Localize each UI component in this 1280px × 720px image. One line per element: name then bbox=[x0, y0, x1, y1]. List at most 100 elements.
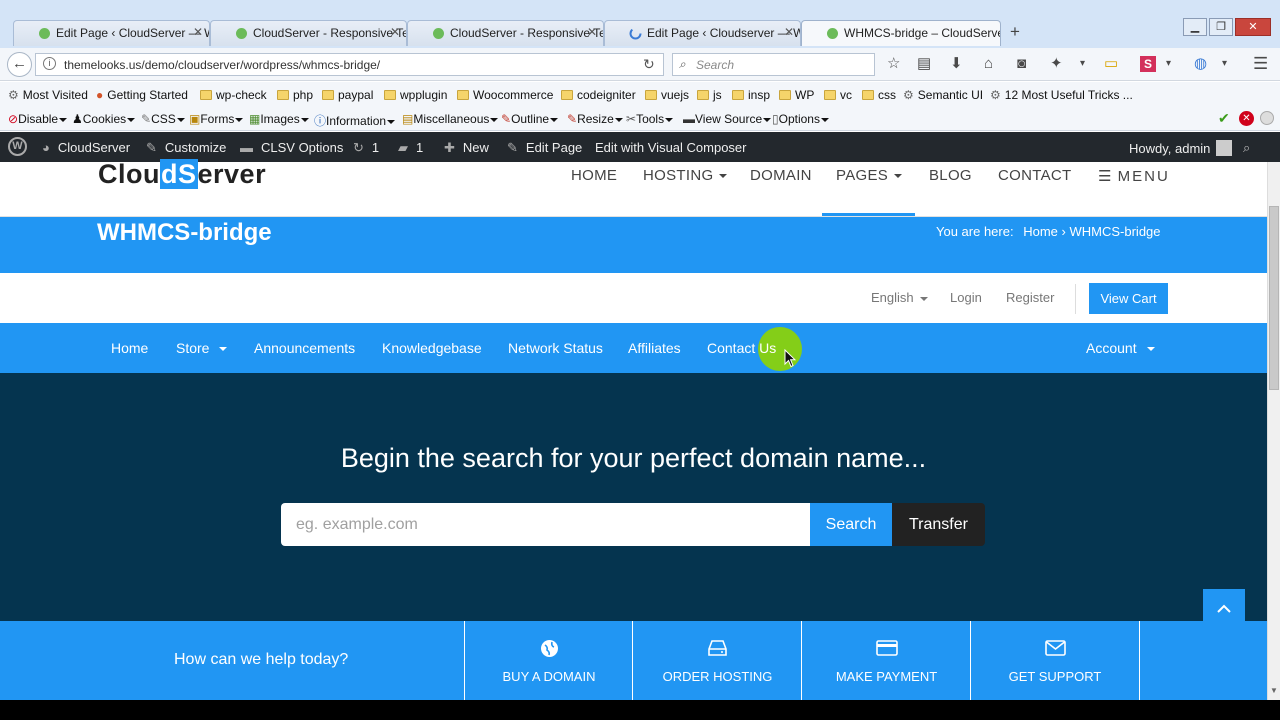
whmcs-nav-knowledgebase[interactable]: Knowledgebase bbox=[382, 340, 482, 356]
devtool-disable[interactable]: ⊘Disable bbox=[8, 112, 68, 126]
nav-hosting[interactable]: HOSTING bbox=[643, 167, 728, 184]
address-bar[interactable]: i themelooks.us/demo/cloudserver/wordpre… bbox=[35, 53, 664, 76]
bookmark-folder[interactable]: WP bbox=[779, 88, 814, 102]
extension-globe-icon[interactable]: ◍ bbox=[1194, 55, 1207, 73]
close-window-button[interactable]: ✕ bbox=[1235, 18, 1271, 36]
nav-blog[interactable]: BLOG bbox=[929, 167, 972, 184]
minimize-button[interactable]: ▁ bbox=[1183, 18, 1207, 36]
home-icon[interactable]: ⌂ bbox=[984, 55, 993, 73]
devtool-cookies[interactable]: ♟Cookies bbox=[72, 112, 136, 126]
maximize-button[interactable]: ❐ bbox=[1209, 18, 1233, 36]
wp-new-link[interactable]: ✚ New bbox=[444, 140, 489, 156]
nav-contact[interactable]: CONTACT bbox=[998, 167, 1071, 184]
wp-visual-composer-link[interactable]: Edit with Visual Composer bbox=[595, 140, 747, 155]
bookmark-folder[interactable]: paypal bbox=[322, 88, 373, 102]
devtool-resize[interactable]: ✎Resize bbox=[567, 112, 623, 126]
back-button[interactable]: ← bbox=[7, 52, 32, 77]
bookmark-folder[interactable]: codeigniter bbox=[561, 88, 636, 102]
info-icon[interactable]: i bbox=[43, 57, 56, 70]
bookmark-folder[interactable]: wpplugin bbox=[384, 88, 447, 102]
whmcs-nav-store[interactable]: Store bbox=[176, 340, 228, 356]
language-dropdown[interactable]: English bbox=[871, 290, 928, 305]
bookmark-folder[interactable]: wp-check bbox=[200, 88, 267, 102]
browser-tab[interactable]: Edit Page ‹ Cloudserver — W ✕ bbox=[604, 20, 801, 46]
reading-list-icon[interactable]: ▤ bbox=[917, 55, 931, 73]
scrollbar-thumb[interactable] bbox=[1269, 206, 1279, 390]
devtool-css[interactable]: ✎CSS bbox=[141, 112, 185, 126]
whmcs-nav-network-status[interactable]: Network Status bbox=[508, 340, 603, 356]
devtool-forms[interactable]: ▣Forms bbox=[189, 112, 244, 126]
pocket-icon[interactable]: ◙ bbox=[1017, 55, 1026, 73]
bookmark-star-icon[interactable]: ☆ bbox=[887, 55, 900, 73]
whmcs-nav-home[interactable]: Home bbox=[111, 340, 148, 356]
bookmark-item[interactable]: ⚙ Most Visited bbox=[8, 88, 88, 102]
site-logo[interactable]: CloudServer bbox=[98, 159, 266, 190]
wp-updates-link[interactable]: ↻ 1 bbox=[353, 140, 379, 156]
bookmark-item[interactable]: ● Getting Started bbox=[96, 88, 188, 102]
extension-icon[interactable]: ✦ bbox=[1050, 55, 1063, 73]
nav-home[interactable]: HOME bbox=[571, 167, 617, 184]
bookmark-folder[interactable]: Woocommerce bbox=[457, 88, 553, 102]
error-icon[interactable]: ✕ bbox=[1239, 111, 1254, 126]
browser-tab-active[interactable]: WHMCS-bridge – CloudServe bbox=[801, 20, 1001, 46]
bookmark-folder[interactable]: js bbox=[697, 88, 722, 102]
whmcs-nav-announcements[interactable]: Announcements bbox=[254, 340, 355, 356]
wp-customize-link[interactable]: ✎ Customize bbox=[146, 140, 226, 156]
extension-menu-icon[interactable]: ▾ bbox=[1222, 55, 1227, 73]
wp-edit-page-link[interactable]: ✎ Edit Page bbox=[507, 140, 582, 156]
breadcrumb-home-link[interactable]: Home bbox=[1023, 224, 1058, 239]
wp-howdy-link[interactable]: Howdy, admin bbox=[1129, 140, 1233, 156]
domain-search-button[interactable]: Search bbox=[810, 503, 892, 546]
devtool-outline[interactable]: ✎Outline bbox=[501, 112, 559, 126]
whmcs-nav-affiliates[interactable]: Affiliates bbox=[628, 340, 681, 356]
whmcs-nav-contact-us[interactable]: Contact Us bbox=[707, 340, 776, 356]
get-support-link[interactable]: GET SUPPORT bbox=[970, 621, 1140, 700]
close-tab-icon[interactable]: ✕ bbox=[390, 25, 400, 39]
whmcs-nav-account[interactable]: Account bbox=[1086, 340, 1155, 356]
devtool-information[interactable]: ⓘInformation bbox=[314, 112, 396, 129]
extension-ruler-icon[interactable]: ▭ bbox=[1104, 55, 1118, 73]
devtool-miscellaneous[interactable]: ▤Miscellaneous bbox=[402, 112, 499, 126]
transfer-button[interactable]: Transfer bbox=[892, 503, 985, 546]
nav-domain[interactable]: DOMAIN bbox=[750, 167, 812, 184]
bookmark-item[interactable]: ⚙ Semantic UI bbox=[903, 88, 983, 102]
bookmark-folder[interactable]: insp bbox=[732, 88, 770, 102]
extension-s-icon[interactable]: S bbox=[1140, 56, 1156, 72]
bookmark-folder[interactable]: vuejs bbox=[645, 88, 689, 102]
make-payment-link[interactable]: MAKE PAYMENT bbox=[801, 621, 971, 700]
bookmark-item[interactable]: ⚙ 12 Most Useful Tricks ... bbox=[990, 88, 1133, 102]
wp-comments-link[interactable]: ▰ 1 bbox=[398, 140, 423, 156]
bookmark-folder[interactable]: vc bbox=[824, 88, 852, 102]
downloads-icon[interactable]: ⬇ bbox=[950, 55, 963, 73]
browser-tab[interactable]: CloudServer - Responsive Te ✕ bbox=[407, 20, 604, 46]
close-tab-icon[interactable]: ✕ bbox=[784, 25, 794, 39]
register-link[interactable]: Register bbox=[1006, 290, 1054, 305]
scroll-down-icon[interactable]: ▼ bbox=[1270, 686, 1278, 695]
browser-tab[interactable]: Edit Page ‹ CloudServer — W ✕ bbox=[13, 20, 210, 46]
login-link[interactable]: Login bbox=[950, 290, 982, 305]
status-circle-icon[interactable] bbox=[1260, 111, 1274, 125]
bookmark-folder[interactable]: php bbox=[277, 88, 313, 102]
wp-clsv-options-link[interactable]: ▬ CLSV Options bbox=[240, 140, 343, 155]
devtool-options[interactable]: ▯Options bbox=[772, 112, 829, 126]
new-tab-button[interactable]: + bbox=[1010, 22, 1020, 42]
check-icon[interactable]: ✔ bbox=[1218, 110, 1230, 127]
hamburger-menu-icon[interactable]: ☰ bbox=[1253, 55, 1268, 73]
browser-tab[interactable]: CloudServer - Responsive Te ✕ bbox=[210, 20, 407, 46]
wp-site-link[interactable]: ◕ CloudServer bbox=[42, 140, 130, 155]
devtool-images[interactable]: ▦Images bbox=[249, 112, 309, 126]
close-tab-icon[interactable]: ✕ bbox=[587, 25, 597, 39]
wordpress-logo-icon[interactable]: W bbox=[8, 137, 27, 156]
view-cart-button[interactable]: View Cart bbox=[1089, 283, 1168, 314]
back-to-top-button[interactable] bbox=[1203, 589, 1245, 625]
nav-pages[interactable]: PAGES bbox=[836, 167, 903, 184]
search-icon[interactable]: ⌕ bbox=[1243, 140, 1250, 156]
reload-icon[interactable]: ↻ bbox=[643, 56, 655, 73]
browser-search-input[interactable]: ⌕ Search bbox=[672, 53, 875, 76]
domain-search-input[interactable]: eg. example.com bbox=[281, 503, 810, 546]
page-scrollbar[interactable]: ▼ bbox=[1267, 162, 1280, 700]
bookmark-folder[interactable]: css bbox=[862, 88, 896, 102]
devtool-view-source[interactable]: ▬View Source bbox=[683, 112, 772, 126]
buy-domain-link[interactable]: BUY A DOMAIN bbox=[464, 621, 633, 700]
devtool-tools[interactable]: ✂Tools bbox=[626, 112, 674, 126]
